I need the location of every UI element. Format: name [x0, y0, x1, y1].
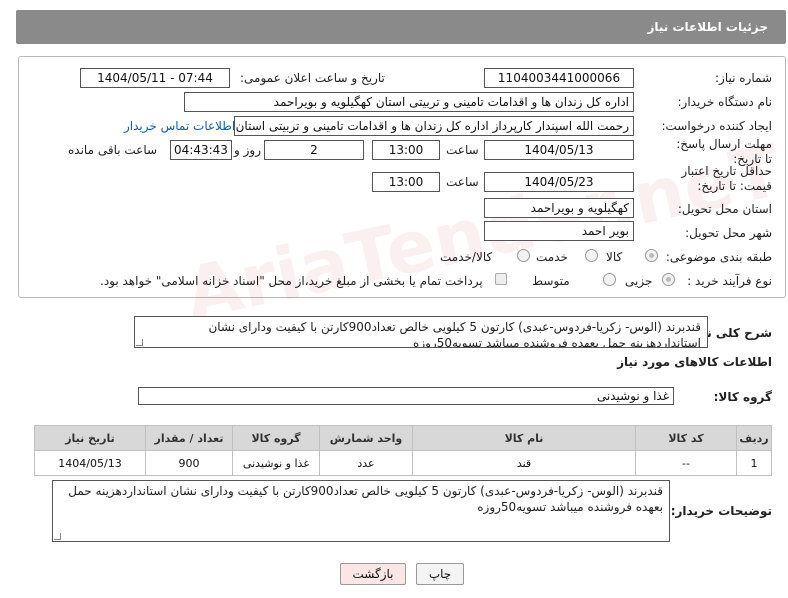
col-qty: تعداد / مقدار — [145, 425, 233, 451]
cell-code: -- — [635, 450, 737, 476]
col-group: گروه کالا — [232, 425, 320, 451]
remaining-label: ساعت باقی مانده — [68, 143, 158, 157]
announce-field: 1404/05/11 - 07:44 — [80, 68, 230, 88]
page-title: جزئیات اطلاعات نیاز — [647, 20, 768, 34]
category-goods-label: کالا — [606, 250, 623, 264]
reply-time-label: ساعت — [446, 143, 479, 157]
requester-field: رحمت الله اسپندار کارپرداز اداره کل زندا… — [234, 116, 634, 136]
cell-group: غذا و نوشیدنی — [232, 450, 320, 476]
validity-time-label: ساعت — [446, 175, 479, 189]
treasury-payment-checkbox[interactable] — [495, 273, 507, 285]
buyer-notes-text: قندبرند (الوس- زکریا-فردوس-عبدی) کارتون … — [68, 484, 663, 514]
buyer-notes-label: توضیحات خریدار: — [670, 504, 772, 518]
need-number-field: 1104003441000066 — [484, 68, 634, 88]
need-number-label: شماره نیاز: — [715, 71, 772, 85]
category-label: طبقه بندی موضوعی: — [665, 250, 772, 264]
goods-section-title: اطلاعات کالاهای مورد نیاز — [617, 355, 772, 369]
buyer-notes-box: قندبرند (الوس- زکریا-فردوس-عبدی) کارتون … — [52, 480, 670, 542]
delivery-province-label: استان محل تحویل: — [677, 202, 772, 216]
validity-time-field: 13:00 — [372, 172, 440, 192]
process-medium-radio[interactable] — [603, 273, 616, 286]
delivery-city-field: بویر احمد — [484, 221, 634, 241]
goods-group-field: غذا و نوشیدنی — [138, 387, 674, 405]
col-code: کد کالا — [635, 425, 737, 451]
validity-date-field: 1404/05/23 — [484, 172, 634, 192]
header-bar: جزئیات اطلاعات نیاز — [16, 10, 786, 44]
table-header-row: ردیف کد کالا نام کالا واحد شمارش گروه کا… — [34, 425, 772, 451]
delivery-city-label: شهر محل تحویل: — [685, 226, 772, 240]
category-both-radio[interactable] — [517, 249, 530, 262]
goods-group-label: گروه کالا: — [713, 390, 772, 404]
cell-row: 1 — [736, 450, 772, 476]
col-date: تاریخ نیاز — [34, 425, 146, 451]
description-text: قندبرند (الوس- زکریا-فردوس-عبدی) کارتون … — [208, 320, 701, 348]
back-button[interactable]: بازگشت — [340, 563, 406, 585]
days-label: روز و — [234, 143, 261, 157]
days-field: 2 — [264, 140, 364, 160]
process-minor-label: جزیی — [625, 274, 653, 288]
resize-handle-icon[interactable] — [136, 339, 143, 346]
resize-handle-icon[interactable] — [54, 533, 61, 540]
price-validity-label: حداقل تاریخ اعتبار قیمت: تا تاریخ: — [681, 164, 772, 193]
col-name: نام کالا — [412, 425, 636, 451]
reply-time-field: 13:00 — [372, 140, 440, 160]
cell-qty: 900 — [145, 450, 233, 476]
buyer-org-label: نام دستگاه خریدار: — [677, 95, 773, 109]
buyer-org-field: اداره کل زندان ها و اقدامات تامینی و ترب… — [184, 92, 634, 112]
reply-deadline-label: مهلت ارسال پاسخ: تا تاریخ: — [676, 137, 772, 166]
buyer-contact-link[interactable]: اطلاعات تماس خریدار — [124, 119, 235, 133]
requester-label: ایجاد کننده درخواست: — [661, 119, 772, 133]
print-button[interactable]: چاپ — [416, 563, 464, 585]
goods-table: ردیف کد کالا نام کالا واحد شمارش گروه کا… — [34, 425, 772, 476]
category-both-label: کالا/خدمت — [440, 250, 493, 264]
process-medium-label: متوسط — [532, 274, 570, 288]
process-label: نوع فرآیند خرید : — [687, 274, 772, 288]
cell-unit: عدد — [319, 450, 413, 476]
announce-label: تاریخ و ساعت اعلان عمومی: — [240, 71, 385, 85]
category-service-label: خدمت — [536, 250, 568, 264]
category-service-radio[interactable] — [585, 249, 598, 262]
remaining-time-field: 04:43:43 — [170, 140, 232, 160]
treasury-payment-note: پرداخت تمام یا بخشی از مبلغ خرید،از محل … — [100, 274, 483, 288]
process-minor-radio[interactable] — [662, 273, 675, 286]
category-goods-radio[interactable] — [645, 249, 658, 262]
delivery-province-field: کهگیلویه و بویراحمد — [484, 198, 634, 218]
reply-date-field: 1404/05/13 — [484, 140, 634, 160]
col-row: ردیف — [736, 425, 772, 451]
table-row: 1 -- قند عدد غذا و نوشیدنی 900 1404/05/1… — [34, 450, 772, 476]
col-unit: واحد شمارش — [319, 425, 413, 451]
cell-name: قند — [412, 450, 636, 476]
cell-date: 1404/05/13 — [34, 450, 146, 476]
description-box: قندبرند (الوس- زکریا-فردوس-عبدی) کارتون … — [134, 316, 708, 348]
